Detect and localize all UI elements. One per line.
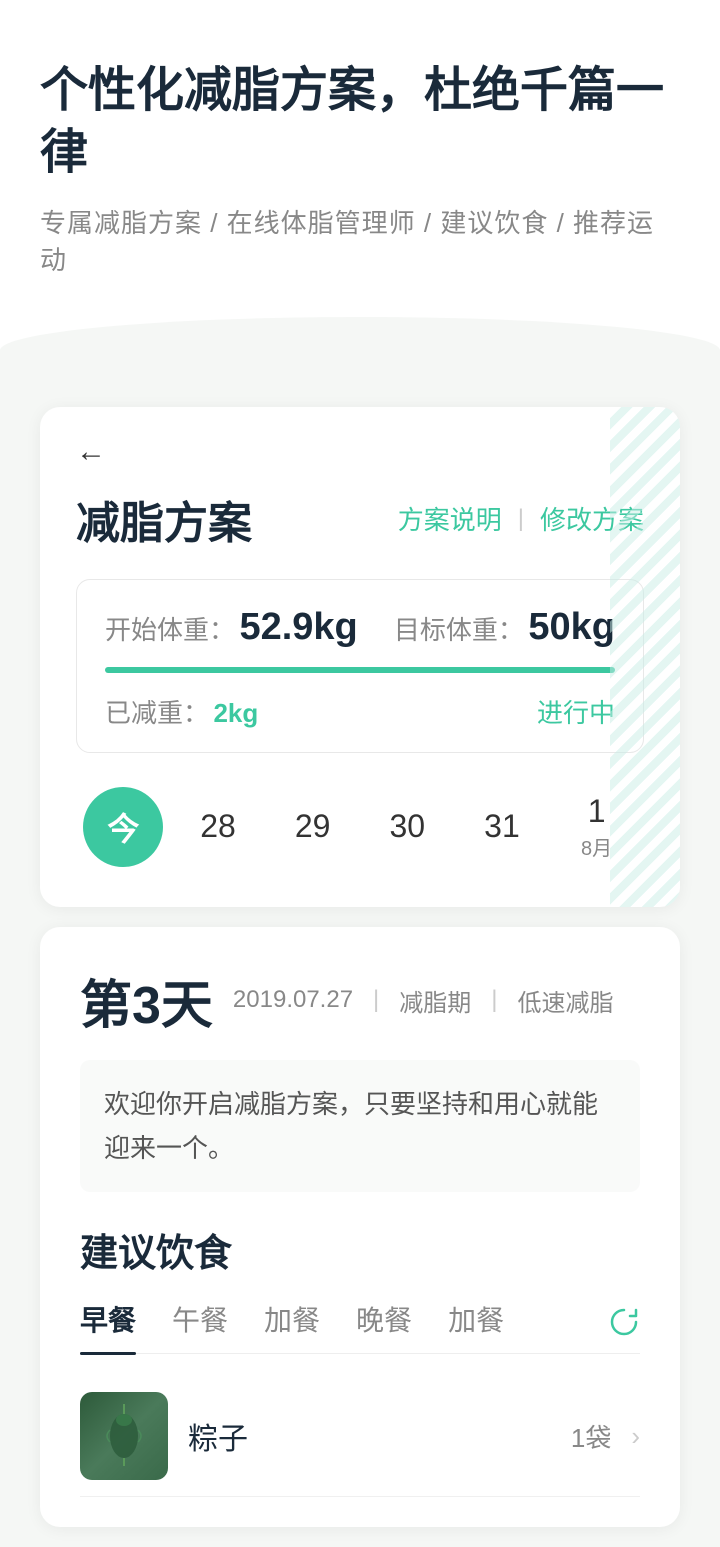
calendar-day-28[interactable]: 28 — [178, 808, 258, 845]
tab-snack1[interactable]: 加餐 — [264, 1299, 320, 1353]
day-meta: 2019.07.27 | 减脂期 | 低速减脂 — [233, 983, 614, 1018]
start-weight-value: 52.9kg — [239, 606, 357, 648]
start-weight-label: 开始体重： — [105, 615, 235, 645]
calendar-day-29[interactable]: 29 — [273, 808, 353, 845]
stripe-decoration — [610, 407, 680, 907]
start-weight-group: 开始体重： 52.9kg — [105, 606, 358, 649]
welcome-text: 欢迎你开启减脂方案，只要坚持和用心就能迎来一个。 — [80, 1060, 640, 1192]
food-amount: 1袋 — [571, 1418, 611, 1455]
status-badge: 进行中 — [537, 693, 615, 730]
card-header: 减脂方案 方案说明 | 修改方案 — [76, 487, 644, 551]
tab-breakfast[interactable]: 早餐 — [80, 1299, 136, 1353]
food-item[interactable]: 粽子 1袋 › — [80, 1376, 640, 1497]
food-thumbnail — [80, 1392, 168, 1480]
header-title: 个性化减脂方案，杜绝千篇一律 — [40, 60, 680, 185]
day-date: 2019.07.27 — [233, 986, 353, 1014]
target-weight-label: 目标体重： — [394, 615, 524, 645]
lost-value: 2kg — [213, 698, 258, 728]
day-number: 第3天 — [80, 963, 213, 1038]
diet-section: 建议饮食 早餐 午餐 加餐 晚餐 加餐 — [80, 1222, 640, 1497]
speed-label: 低速减脂 — [518, 983, 614, 1018]
food-name: 粽子 — [188, 1414, 551, 1458]
sep1: | — [373, 986, 379, 1014]
card-actions: 方案说明 | 修改方案 — [398, 500, 644, 537]
calendar-today[interactable]: 今 — [83, 787, 163, 867]
lost-weight-group: 已减重： 2kg — [105, 693, 258, 730]
day-section: 第3天 2019.07.27 | 减脂期 | 低速减脂 欢迎你开启减脂方案，只要… — [40, 927, 680, 1527]
weight-bottom-row: 已减重： 2kg 进行中 — [105, 673, 615, 730]
calendar-row: 今 28 29 30 31 1 8月 — [76, 763, 644, 877]
wave-divider — [0, 317, 720, 377]
weight-box: 开始体重： 52.9kg 目标体重： 50kg 已减重： 2kg 进行中 — [76, 579, 644, 753]
day-header: 第3天 2019.07.27 | 减脂期 | 低速减脂 — [80, 963, 640, 1038]
tab-lunch[interactable]: 午餐 — [172, 1299, 228, 1353]
calendar-day-31[interactable]: 31 — [462, 808, 542, 845]
explain-link[interactable]: 方案说明 — [398, 500, 502, 537]
lost-label: 已减重： — [105, 698, 209, 728]
food-thumb-inner — [80, 1392, 168, 1480]
meal-tabs: 早餐 午餐 加餐 晚餐 加餐 — [80, 1299, 640, 1354]
header-subtitle: 专属减脂方案 / 在线体脂管理师 / 建议饮食 / 推荐运动 — [40, 203, 680, 317]
action-divider: | — [518, 505, 524, 533]
target-weight-value: 50kg — [528, 606, 615, 648]
content-area: ← 减脂方案 方案说明 | 修改方案 开始体重： 52.9kg 目标体重： 50… — [0, 377, 720, 1547]
refresh-button[interactable] — [608, 1306, 640, 1346]
plan-card: ← 减脂方案 方案说明 | 修改方案 开始体重： 52.9kg 目标体重： 50… — [40, 407, 680, 907]
target-weight-group: 目标体重： 50kg — [394, 606, 615, 649]
food-arrow-icon: › — [631, 1421, 640, 1452]
tab-snack2[interactable]: 加餐 — [448, 1299, 504, 1353]
diet-section-title: 建议饮食 — [80, 1222, 640, 1277]
phase-label: 减脂期 — [399, 983, 471, 1018]
calendar-day-30[interactable]: 30 — [367, 808, 447, 845]
weight-row: 开始体重： 52.9kg 目标体重： 50kg — [105, 606, 615, 649]
tab-dinner[interactable]: 晚餐 — [356, 1299, 412, 1353]
header-section: 个性化减脂方案，杜绝千篇一律 专属减脂方案 / 在线体脂管理师 / 建议饮食 /… — [0, 0, 720, 317]
sep2: | — [491, 986, 497, 1014]
back-button[interactable]: ← — [76, 437, 106, 467]
plan-card-title: 减脂方案 — [76, 487, 252, 551]
